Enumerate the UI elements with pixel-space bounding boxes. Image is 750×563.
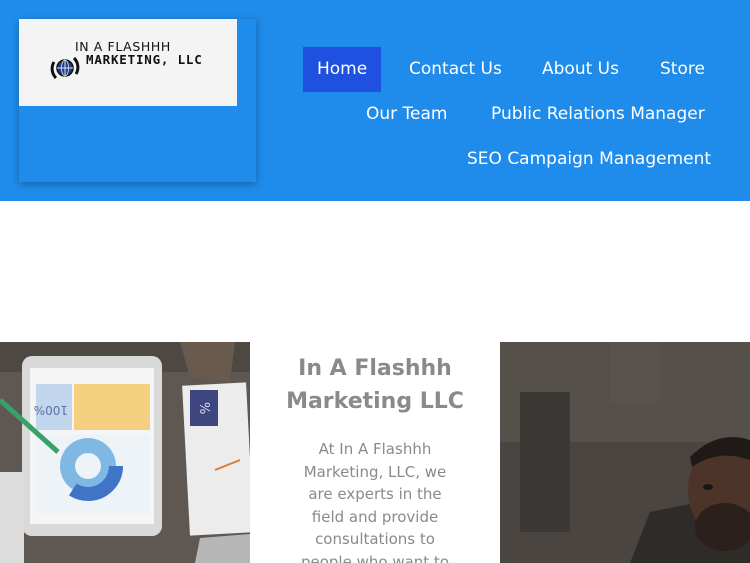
intro-text-column: In A Flashhh Marketing LLC At In A Flash…: [250, 342, 500, 563]
nav-store[interactable]: Store: [660, 47, 705, 92]
card-percent-text: %: [196, 402, 211, 414]
portrait-photo: [500, 342, 750, 563]
nav-about-us[interactable]: About Us: [542, 47, 619, 92]
site-header: IN A FLASHHH MARKETING, LLC Home Contact…: [0, 0, 750, 201]
tablet-percent-text: 100%: [34, 403, 68, 417]
logo[interactable]: IN A FLASHHH MARKETING, LLC: [19, 19, 237, 106]
nav-contact-us[interactable]: Contact Us: [409, 47, 502, 92]
nav-public-relations-manager[interactable]: Public Relations Manager: [491, 92, 705, 137]
intro-title: In A Flashhh Marketing LLC: [286, 356, 464, 414]
nav-home[interactable]: Home: [303, 47, 382, 92]
nav-our-team[interactable]: Our Team: [366, 92, 447, 137]
man-portrait-image: [500, 342, 750, 563]
globe-logo-icon: [50, 56, 80, 80]
analytics-photo: 100% %: [0, 342, 250, 563]
intro-body: At In A Flashhh Marketing, LLC, we are e…: [300, 440, 449, 563]
logo-text-line2: MARKETING, LLC: [86, 52, 203, 67]
nav-seo-campaign-management[interactable]: SEO Campaign Management: [467, 137, 711, 182]
analytics-tablet-image: 100% %: [0, 342, 250, 563]
logo-card[interactable]: IN A FLASHHH MARKETING, LLC: [19, 19, 256, 182]
